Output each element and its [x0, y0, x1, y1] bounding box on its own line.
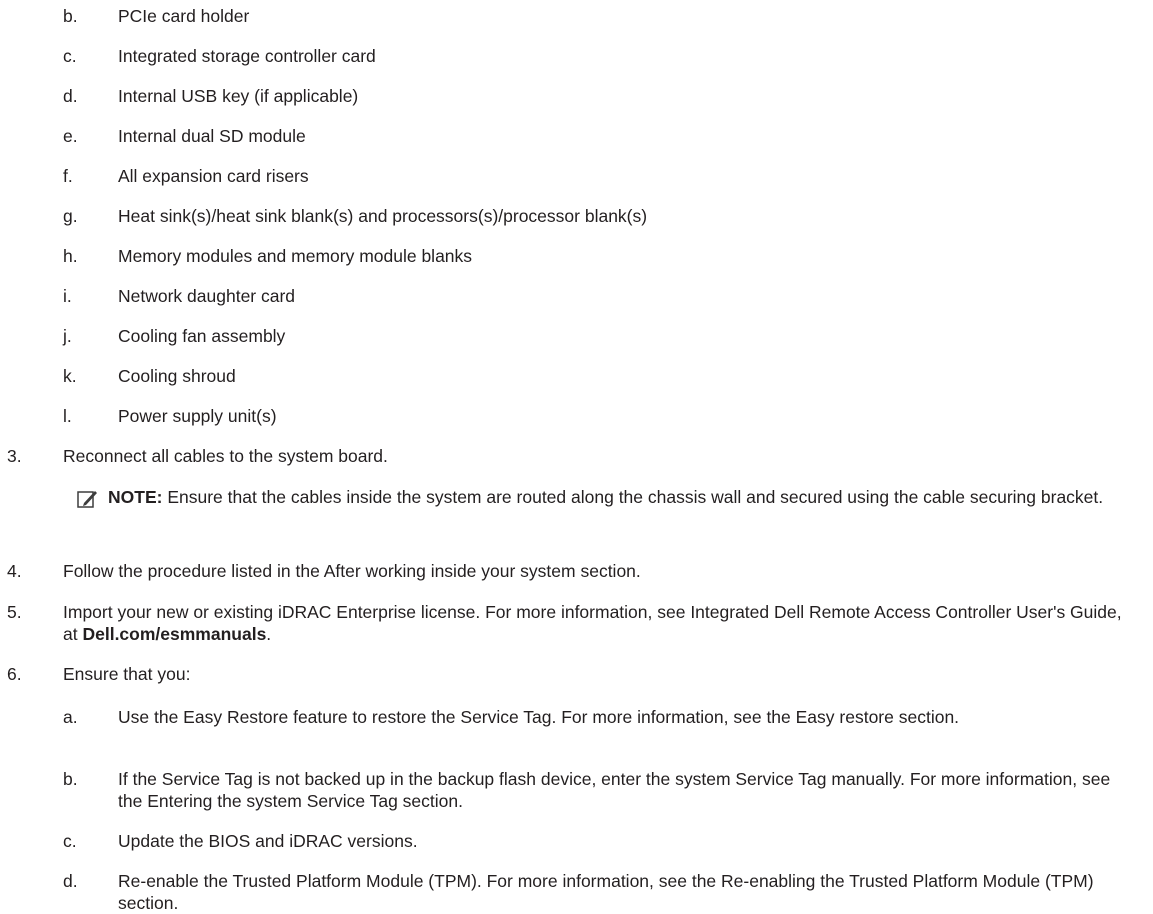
step-text: Ensure that you:	[63, 664, 191, 684]
list-item-text: Internal USB key (if applicable)	[118, 86, 359, 106]
list-marker: c.	[63, 831, 77, 851]
list-marker: f.	[63, 166, 73, 186]
step-text-after: .	[266, 624, 272, 644]
list-marker: c.	[63, 46, 77, 66]
list-marker: i.	[63, 286, 72, 306]
list-item-text: Memory modules and memory module blanks	[118, 246, 473, 266]
note-body: Ensure that the cables inside the system…	[162, 487, 1104, 507]
list-item-text: Use the Easy Restore feature to restore …	[118, 707, 960, 727]
list-item-text: PCIe card holder	[118, 6, 250, 26]
list-marker: d.	[63, 871, 78, 891]
list-marker: h.	[63, 246, 78, 266]
list-marker: d.	[63, 86, 78, 106]
note-text: NOTE: Ensure that the cables inside the …	[108, 486, 1138, 508]
step-marker: 3.	[7, 446, 22, 466]
list-item-text: Cooling fan assembly	[118, 326, 286, 346]
document-page: b. PCIe card holder c. Integrated storag…	[0, 0, 1153, 913]
step-marker: 6.	[7, 664, 22, 684]
list-item-text: Cooling shroud	[118, 366, 236, 386]
list-marker: k.	[63, 366, 77, 386]
list-item-text: All expansion card risers	[118, 166, 309, 186]
step-text: Import your new or existing iDRAC Enterp…	[63, 601, 1123, 645]
list-marker: e.	[63, 126, 78, 146]
list-item-text: Heat sink(s)/heat sink blank(s) and proc…	[118, 206, 648, 226]
step-marker: 5.	[7, 602, 22, 622]
step-text: Follow the procedure listed in the After…	[63, 561, 641, 581]
list-marker: b.	[63, 6, 78, 26]
list-marker: a.	[63, 707, 78, 727]
list-marker: b.	[63, 769, 78, 789]
list-item-text: Re-enable the Trusted Platform Module (T…	[118, 871, 1094, 913]
list-item-text: If the Service Tag is not backed up in t…	[118, 769, 1111, 811]
list-item-text: Integrated storage controller card	[118, 46, 376, 66]
list-item-text: Update the BIOS and iDRAC versions.	[118, 831, 418, 851]
list-marker: g.	[63, 206, 78, 226]
note-label: NOTE:	[108, 487, 163, 507]
step-text: Reconnect all cables to the system board…	[63, 446, 388, 466]
esm-manuals-link[interactable]: Dell.com/esmmanuals	[82, 624, 266, 644]
list-item-text: Power supply unit(s)	[118, 406, 277, 426]
list-item-text: Network daughter card	[118, 286, 296, 306]
step-marker: 4.	[7, 561, 22, 581]
list-marker: j.	[63, 326, 72, 346]
list-marker: l.	[63, 406, 72, 426]
list-item-text: Internal dual SD module	[118, 126, 306, 146]
pencil-note-icon	[77, 491, 97, 508]
